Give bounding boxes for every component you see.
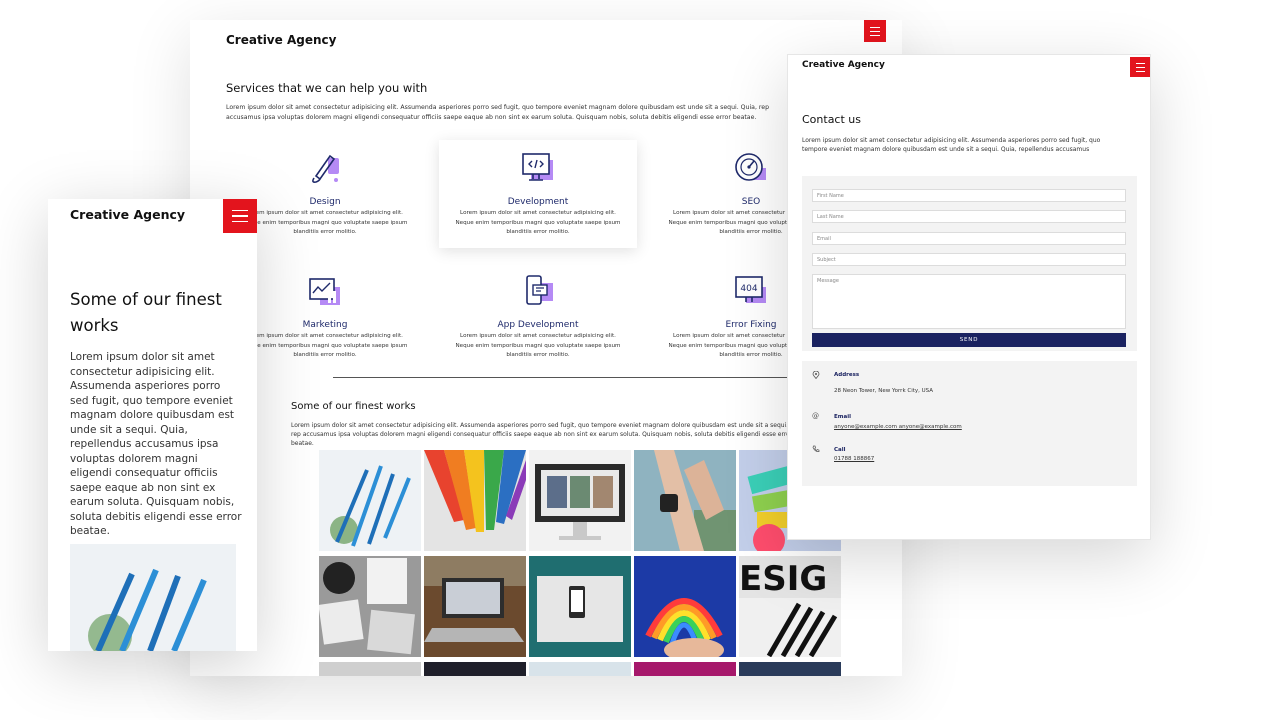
email-field[interactable]: Email (812, 232, 1126, 245)
location-pin-icon (812, 371, 820, 379)
colored-pencils-photo (424, 450, 526, 551)
hamburger-menu-button[interactable] (223, 199, 257, 233)
services-description: Lorem ipsum dolor sit amet consectetur a… (226, 104, 770, 121)
gallery-tile-blue-pencils[interactable] (70, 544, 236, 651)
creative-mess-photo (319, 556, 421, 657)
design-black-pencils-photo: ESIG (739, 556, 841, 657)
section-divider (333, 377, 809, 378)
brush-icon (312, 154, 339, 183)
menu-bar (870, 34, 880, 36)
service-name: Development (507, 197, 569, 207)
gallery-tile-blue-pencils[interactable] (319, 450, 421, 551)
service-description: Lorem ipsum dolor sit amet consectetur a… (242, 210, 408, 235)
subject-field[interactable]: Subject (812, 253, 1126, 266)
email-label: Email (834, 414, 851, 420)
works-heading: Some of our finest works (70, 290, 222, 335)
contact-info: Address 28 Neon Tower, New Yorrk City, U… (802, 361, 1137, 486)
svg-text:ESIG: ESIG (739, 559, 827, 599)
gallery-tile-row3-2[interactable] (424, 662, 526, 676)
menu-bar (1135, 62, 1145, 64)
laptop-workspace-photo (424, 556, 526, 657)
works-heading: Some of our finest works (291, 401, 416, 412)
gallery-tile-row3-1[interactable] (319, 662, 421, 676)
phone-on-desk-photo (529, 556, 631, 657)
svg-text:404: 404 (740, 284, 757, 294)
service-description: Lorem ipsum dolor sit amet consectetur a… (455, 333, 621, 358)
hamburger-menu-button[interactable] (864, 20, 886, 42)
call-value[interactable]: 01788 188867 (834, 456, 874, 462)
rainbow-clay-photo (634, 556, 736, 657)
service-card-development[interactable]: Development Lorem ipsum dolor sit amet c… (439, 140, 637, 248)
works-description: Lorem ipsum dolor sit amet consectetur a… (291, 422, 806, 447)
menu-bar (1135, 70, 1145, 72)
gallery-tile-smartwatch[interactable] (634, 450, 736, 551)
works-description: Lorem ipsum dolor sit amet consectetur a… (70, 351, 242, 537)
address-value: 28 Neon Tower, New Yorrk City, USA (834, 388, 934, 394)
mobile-app-icon (526, 275, 553, 305)
menu-bar (232, 215, 248, 217)
service-description: Lorem ipsum dolor sit amet consectetur a… (455, 210, 621, 235)
service-name: App Development (497, 320, 579, 330)
gallery-tile-rainbow[interactable] (634, 556, 736, 657)
gallery-tile-row3-3[interactable] (529, 662, 631, 676)
message-field[interactable]: Message (812, 274, 1126, 329)
call-label: Call (834, 447, 846, 453)
phone-icon (812, 445, 820, 452)
email-value[interactable]: anyone@example.com anyone@example.com (834, 424, 962, 430)
at-sign-icon: @ (812, 412, 819, 420)
contact-form: First Name Last Name Email Subject Messa… (802, 176, 1137, 351)
service-description: Lorem ipsum dolor sit amet consectetur a… (242, 333, 408, 358)
services-heading: Services that we can help you with (226, 81, 428, 95)
hamburger-menu-button[interactable] (1130, 57, 1150, 77)
gallery-tile-imac[interactable] (529, 450, 631, 551)
contact-heading: Contact us (802, 113, 861, 126)
gallery-tile-row3-5[interactable] (739, 662, 841, 676)
gallery-tile-design-pencils[interactable]: ESIG (739, 556, 841, 657)
contact-description: Lorem ipsum dolor sit amet consectetur a… (802, 137, 1101, 153)
gallery-tile-laptop[interactable] (424, 556, 526, 657)
first-name-field[interactable]: First Name (812, 189, 1126, 202)
menu-bar (870, 26, 880, 28)
service-card-app-development[interactable]: App Development Lorem ipsum dolor sit am… (439, 263, 637, 371)
gallery-tile-row3-4[interactable] (634, 662, 736, 676)
menu-bar (232, 220, 248, 223)
blue-pencils-photo (319, 450, 421, 551)
address-label: Address (834, 372, 860, 378)
speedometer-icon (735, 153, 766, 181)
brand-logo[interactable]: Creative Agency (802, 60, 885, 70)
menu-bar (870, 30, 880, 32)
gallery-tile-creative-mess[interactable] (319, 556, 421, 657)
brand-logo[interactable]: Creative Agency (70, 207, 185, 222)
blue-pencils-photo (70, 544, 236, 651)
code-monitor-icon (522, 153, 553, 181)
brand-logo[interactable]: Creative Agency (226, 33, 336, 47)
analytics-chart-icon (309, 278, 340, 305)
gallery-tile-colored-pencils[interactable] (424, 450, 526, 551)
send-button[interactable]: SEND (812, 333, 1126, 347)
menu-bar (1135, 66, 1145, 68)
menu-bar (232, 209, 248, 212)
mobile-works-page: Creative Agency Some of our finest works… (48, 199, 257, 651)
error-404-icon: 404 (735, 276, 766, 303)
gallery-tile-phone[interactable] (529, 556, 631, 657)
imac-desk-photo (529, 450, 631, 551)
last-name-field[interactable]: Last Name (812, 210, 1126, 223)
smartwatch-wrist-photo (634, 450, 736, 551)
contact-page: Creative Agency Contact us Lorem ipsum d… (787, 54, 1151, 540)
